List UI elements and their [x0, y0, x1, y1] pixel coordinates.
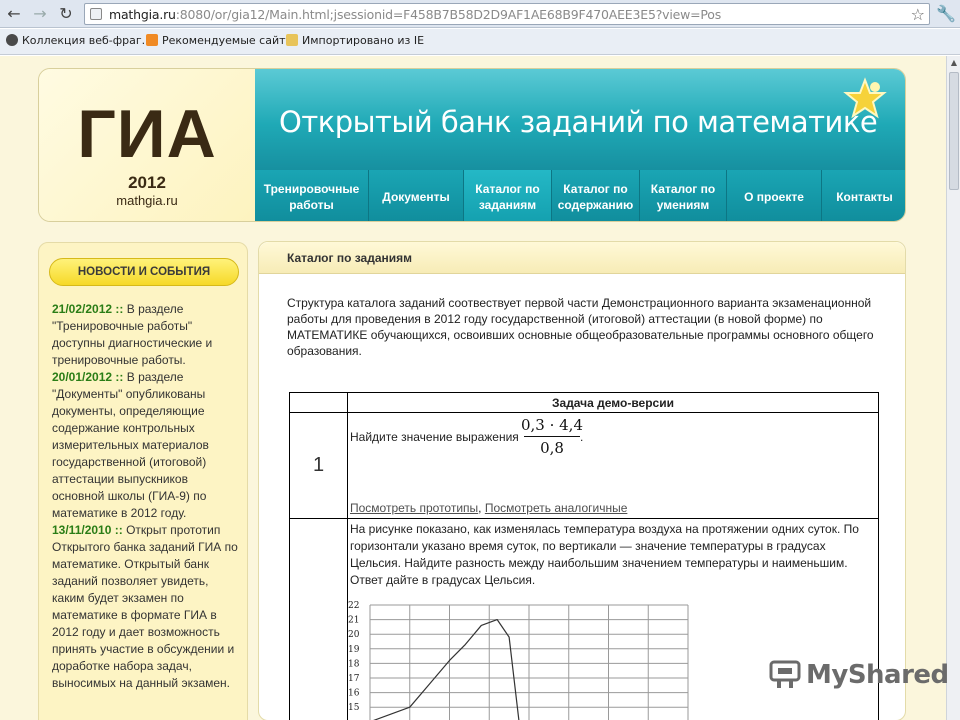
scroll-thumb[interactable]: [949, 72, 959, 190]
menu-contacts[interactable]: Контакты: [822, 170, 905, 221]
logo-title: ГИА: [77, 96, 217, 172]
bookmarks-bar: Коллекция веб-фраг... Рекомендуемые сайт…: [0, 29, 960, 55]
task-text: На рисунке показано, как изменялась темп…: [350, 522, 859, 587]
task-text: Найдите значение выражения: [350, 430, 519, 444]
web-slice-icon: [6, 34, 18, 46]
bookmark-star-icon[interactable]: ☆: [911, 5, 925, 24]
y-tick-label: 19: [348, 645, 360, 655]
menu-about[interactable]: О проекте: [727, 170, 822, 221]
y-tick-label: 17: [348, 674, 360, 684]
banner-title: Открытый банк заданий по математике: [279, 105, 878, 139]
link-separator: ,: [478, 501, 485, 515]
news-item: 13/11/2010 :: Открыт прототип Открытого …: [52, 522, 240, 692]
menu-catalog-tasks[interactable]: Каталог по заданиям: [464, 170, 552, 221]
table-header-row: Задача демо-версии: [289, 392, 879, 413]
temperature-chart: 22 21 20 19 18 17 16 15: [346, 599, 696, 720]
view-similar-link[interactable]: Посмотреть аналогичные: [485, 501, 628, 515]
main-menu: Тренировочные работы Документы Каталог п…: [255, 170, 905, 221]
news-date[interactable]: 20/01/2012: [52, 370, 112, 384]
news-text: В разделе "Документы" опубликованы докум…: [52, 370, 209, 520]
page-icon: [90, 8, 102, 20]
task-number: 1: [289, 412, 348, 519]
banner: Открытый банк заданий по математике: [255, 69, 905, 170]
news-date[interactable]: 21/02/2012: [52, 302, 112, 316]
menu-catalog-content[interactable]: Каталог по содержанию: [552, 170, 640, 221]
star-badge-icon: [843, 77, 887, 119]
table-header-empty: [289, 392, 348, 413]
vertical-scrollbar[interactable]: ▲: [946, 56, 960, 720]
table-header-task: Задача демо-версии: [347, 392, 879, 413]
news-separator: ::: [112, 302, 127, 316]
menu-label: Каталог по содержанию: [557, 181, 634, 212]
y-tick-label: 15: [348, 703, 360, 713]
menu-training[interactable]: Тренировочные работы: [255, 170, 369, 221]
bookmark-item[interactable]: Импортировано из IE: [286, 34, 424, 47]
wrench-menu-icon[interactable]: 🔧: [936, 4, 956, 23]
address-url[interactable]: mathgia.ru:8080/or/gia12/Main.html;jsess…: [109, 7, 721, 22]
back-icon[interactable]: ←: [4, 4, 24, 24]
reload-icon[interactable]: ↻: [56, 4, 76, 24]
site-header: ГИА 2012 mathgia.ru Открытый банк задани…: [38, 68, 906, 222]
fraction: 0,3 · 4,4 0,8: [520, 416, 584, 457]
suggested-sites-icon: [146, 34, 158, 46]
url-path: :8080/or/gia12/Main.html;jsessionid=F458…: [175, 7, 722, 22]
fraction-denominator: 0,8: [540, 439, 564, 457]
chart-svg: 22 21 20 19 18 17 16 15: [348, 601, 689, 720]
menu-label: Документы: [382, 189, 450, 204]
y-tick-label: 20: [348, 630, 360, 640]
fraction-line: [524, 436, 580, 437]
browser-toolbar: ← → ↻ mathgia.ru:8080/or/gia12/Main.html…: [0, 0, 960, 28]
site-logo[interactable]: ГИА 2012 mathgia.ru: [39, 69, 255, 221]
fraction-period: .: [580, 430, 584, 444]
menu-label: Тренировочные работы: [263, 181, 360, 212]
folder-icon: [286, 34, 298, 46]
news-date[interactable]: 13/11/2010: [52, 523, 111, 537]
watermark-text: MyShared: [806, 660, 949, 690]
news-list: 21/02/2012 :: В разделе "Тренировочные р…: [52, 301, 240, 692]
table-row: 1 Найдите значение выражения 0,3 · 4,4 0…: [289, 412, 879, 519]
bookmark-label: Импортировано из IE: [302, 34, 425, 47]
y-tick-label: 16: [348, 689, 360, 699]
menu-label: Контакты: [836, 189, 893, 204]
task-links: Посмотреть прототипы, Посмотреть аналоги…: [350, 501, 627, 515]
news-separator: ::: [112, 370, 127, 384]
intro-text: Структура каталога заданий соотвествует …: [287, 296, 874, 358]
page-title: Каталог по заданиям: [287, 251, 413, 265]
news-item: 21/02/2012 :: В разделе "Тренировочные р…: [52, 301, 240, 369]
url-host: mathgia.ru: [109, 7, 176, 22]
fraction-numerator: 0,3 · 4,4: [520, 416, 583, 434]
news-heading: НОВОСТИ И СОБЫТИЯ: [49, 258, 239, 286]
menu-catalog-skills[interactable]: Каталог по умениям: [640, 170, 727, 221]
y-tick-label: 22: [348, 601, 359, 611]
task-number-empty: [289, 518, 348, 720]
forward-icon[interactable]: →: [30, 4, 50, 24]
news-separator: ::: [111, 523, 127, 537]
logo-site: mathgia.ru: [116, 193, 178, 208]
bookmark-label: Коллекция веб-фраг...: [22, 34, 153, 47]
menu-label: Каталог по умениям: [650, 181, 716, 212]
y-tick-label: 18: [348, 659, 360, 669]
address-bar[interactable]: mathgia.ru:8080/or/gia12/Main.html;jsess…: [84, 3, 930, 25]
menu-label: О проекте: [744, 189, 804, 204]
view-prototypes-link[interactable]: Посмотреть прототипы: [350, 501, 478, 515]
logo-year: 2012: [128, 173, 166, 192]
watermark: MyShared: [768, 658, 949, 694]
task-cell: Найдите значение выражения 0,3 · 4,4 0,8…: [347, 412, 879, 519]
main-header: Каталог по заданиям: [259, 242, 905, 274]
news-panel: НОВОСТИ И СОБЫТИЯ 21/02/2012 :: В раздел…: [38, 242, 248, 720]
y-tick-label: 21: [348, 616, 359, 626]
bookmark-item[interactable]: Коллекция веб-фраг...: [6, 34, 152, 47]
menu-label: Каталог по заданиям: [475, 181, 540, 212]
menu-documents[interactable]: Документы: [369, 170, 464, 221]
bookmark-label: Рекомендуемые сайты: [162, 34, 295, 47]
scroll-up-icon[interactable]: ▲: [947, 56, 960, 70]
watermark-logo-icon: [769, 660, 801, 688]
news-text: Открыт прототип Открытого банка заданий …: [52, 523, 238, 690]
news-item: 20/01/2012 :: В разделе "Документы" опуб…: [52, 369, 240, 522]
bookmark-item[interactable]: Рекомендуемые сайты: [146, 34, 294, 47]
